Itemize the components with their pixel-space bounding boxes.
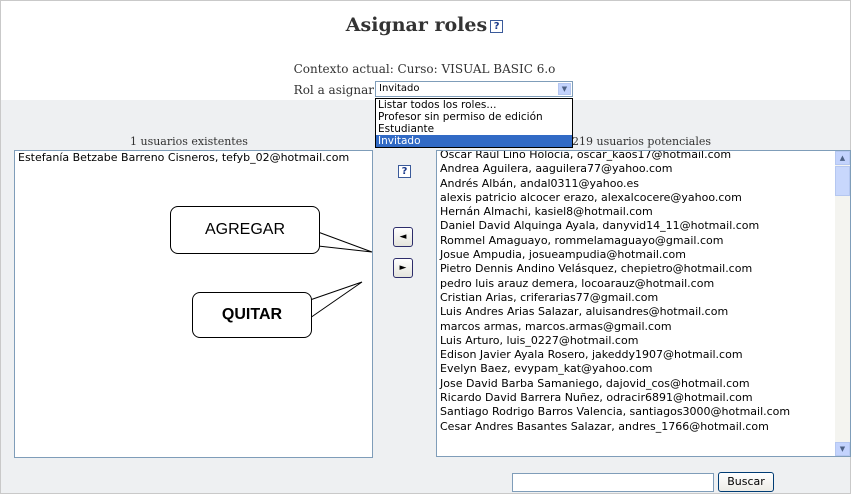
role-option[interactable]: Listar todos los roles... — [376, 99, 572, 111]
quitar-callout: QUITAR — [192, 292, 312, 338]
role-dropdown: Listar todos los roles... Profesor sin p… — [375, 98, 573, 148]
role-option[interactable]: Profesor sin permiso de edición — [376, 111, 572, 123]
search-button[interactable]: Buscar — [718, 472, 774, 492]
role-option[interactable]: Estudiante — [376, 123, 572, 135]
role-option-selected[interactable]: Invitado — [376, 135, 572, 147]
callout-pointers — [309, 231, 373, 319]
agregar-callout: AGREGAR — [170, 206, 320, 254]
search-input[interactable] — [512, 473, 714, 492]
